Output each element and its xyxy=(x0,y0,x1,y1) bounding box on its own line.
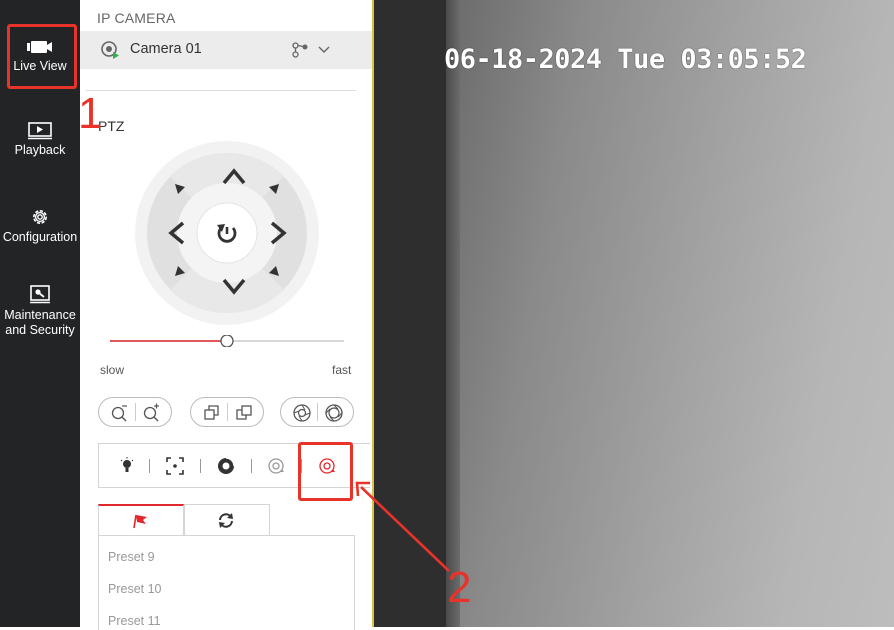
one-touch-focus-icon[interactable] xyxy=(215,455,237,477)
separator xyxy=(251,459,252,473)
preset-item[interactable]: Preset 10 xyxy=(108,582,162,596)
osd-timestamp: 06-18-2024 Tue 03:05:52 xyxy=(444,44,807,75)
preset-item[interactable]: Preset 9 xyxy=(108,550,155,564)
video-dark-region xyxy=(372,0,446,627)
light-icon[interactable] xyxy=(116,455,138,477)
camera-status-icon xyxy=(101,41,119,59)
ptz-up-arrow-icon[interactable] xyxy=(220,163,248,187)
ptz-down-right-arrow-icon[interactable] xyxy=(267,264,281,278)
separator xyxy=(200,459,201,473)
video-frame xyxy=(446,0,894,627)
main-nav: Live View Playback Configuration Mainten… xyxy=(0,0,80,627)
camera-name: Camera 01 xyxy=(130,41,202,57)
focus-group xyxy=(190,397,264,427)
nav-label: Maintenance xyxy=(4,308,76,322)
zoom-in-icon[interactable] xyxy=(142,403,162,423)
ptz-left-arrow-icon[interactable] xyxy=(163,219,187,247)
separator xyxy=(149,459,150,473)
ptz-up-right-arrow-icon[interactable] xyxy=(267,182,281,196)
separator xyxy=(227,403,228,421)
camera-row[interactable]: Camera 01 xyxy=(80,31,372,69)
maintenance-icon xyxy=(30,285,50,304)
ptz-up-left-arrow-icon[interactable] xyxy=(173,182,187,196)
stream-settings-icon[interactable] xyxy=(292,42,310,58)
speed-fast-label: fast xyxy=(332,363,352,377)
ptz-speed-slider[interactable] xyxy=(110,335,344,347)
ptz-down-left-arrow-icon[interactable] xyxy=(173,264,187,278)
divider xyxy=(86,90,356,91)
focus-far-icon[interactable] xyxy=(234,403,254,423)
gear-icon xyxy=(33,210,47,224)
lens-initialization-icon[interactable] xyxy=(266,455,288,477)
annotation-box-tracking xyxy=(298,442,353,501)
focus-near-icon[interactable] xyxy=(202,403,222,423)
speed-thumb[interactable] xyxy=(220,335,234,347)
annotation-step-2: 2 xyxy=(447,563,472,612)
zoom-out-icon[interactable] xyxy=(110,403,130,423)
ptz-right-arrow-icon[interactable] xyxy=(268,219,292,247)
preset-list: Preset 9 Preset 10 Preset 11 xyxy=(98,535,355,630)
live-video[interactable]: 06-18-2024 Tue 03:05:52 xyxy=(372,0,894,627)
iris-close-icon[interactable] xyxy=(324,403,344,423)
separator xyxy=(317,403,318,421)
preset-item[interactable]: Preset 11 xyxy=(108,614,161,628)
nav-maintenance-security[interactable]: Maintenance and Security xyxy=(0,285,80,338)
annotation-step-1: 1 xyxy=(78,89,103,138)
nav-label: Configuration xyxy=(2,230,78,244)
control-panel: IP CAMERA Camera 01 PTZ slow fast Preset… xyxy=(80,0,453,630)
nav-label: and Security xyxy=(5,323,75,337)
iris-group xyxy=(280,397,354,427)
chevron-down-icon[interactable] xyxy=(318,45,330,55)
tab-presets[interactable] xyxy=(98,504,184,536)
tab-patrols[interactable] xyxy=(184,504,270,536)
video-shadow xyxy=(446,0,460,627)
nav-configuration[interactable]: Configuration xyxy=(0,207,80,245)
preset-tabs xyxy=(98,504,270,536)
panel-title: IP CAMERA xyxy=(97,10,176,26)
playback-icon xyxy=(28,122,52,140)
nav-label: Playback xyxy=(14,143,66,157)
patrol-refresh-icon xyxy=(219,513,233,528)
ptz-down-arrow-icon[interactable] xyxy=(220,276,248,300)
separator xyxy=(135,403,136,421)
nav-playback[interactable]: Playback xyxy=(0,122,80,158)
iris-open-icon[interactable] xyxy=(292,403,312,423)
region-focus-icon[interactable] xyxy=(164,455,186,477)
speed-slow-label: slow xyxy=(100,363,125,377)
zoom-group xyxy=(98,397,172,427)
annotation-box-live-view xyxy=(7,24,77,89)
auto-pan-icon[interactable] xyxy=(216,221,238,245)
preset-flag-icon xyxy=(133,514,147,529)
